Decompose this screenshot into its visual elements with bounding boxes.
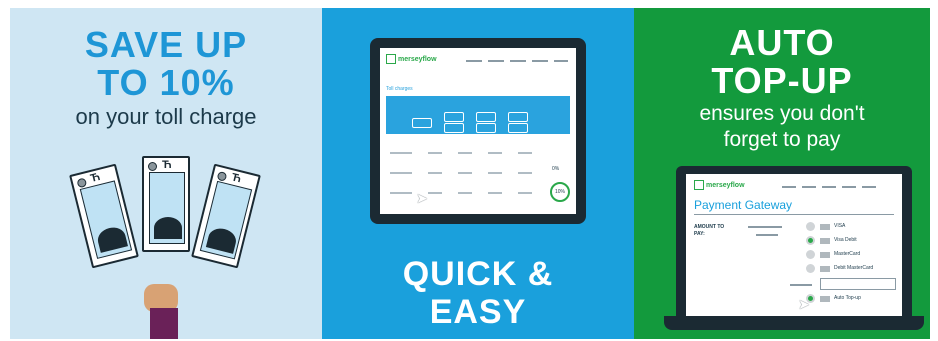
savings-panel: SAVE UP TO 10% on your toll charge Ћ Ћ Ћ: [10, 8, 322, 339]
autotopup-subtitle-line2: forget to pay: [723, 128, 841, 151]
laptop-base: [664, 316, 924, 330]
nav-placeholder: [466, 60, 482, 62]
quick-headline-line1: QUICK &: [402, 255, 554, 293]
savings-headline-line2: TO 10%: [97, 62, 235, 103]
toll-table-title: Toll charges: [386, 86, 413, 92]
table-row: [390, 172, 412, 174]
amount-value-placeholder: [756, 234, 778, 236]
nav-placeholder: [782, 186, 796, 188]
amount-to-pay-label: AMOUNT TO PAY:: [694, 224, 725, 237]
truck-icon: [508, 123, 528, 133]
van-icon: [476, 123, 496, 133]
radio-button[interactable]: [806, 250, 815, 259]
table-row: [428, 192, 548, 194]
nav-placeholder: [554, 60, 568, 62]
car-icon: [444, 112, 464, 122]
autotopup-subtitle-line1: ensures you don't: [699, 102, 865, 125]
field-label-placeholder: [790, 284, 812, 286]
card-icon: [820, 238, 830, 244]
tablet-screen: merseyflow Toll charges 0% 10% ➤: [380, 48, 576, 214]
payment-option-auto-topup[interactable]: Auto Top-up: [806, 294, 896, 306]
payment-option-mastercard[interactable]: MasterCard: [806, 250, 896, 262]
nav-placeholder: [532, 60, 548, 62]
merseyflow-logo: merseyflow: [694, 180, 745, 190]
amount-value-placeholder: [748, 226, 782, 228]
card-icon: [820, 266, 830, 272]
car-icon: [412, 118, 432, 128]
option-label: MasterCard: [834, 251, 861, 257]
table-row: [428, 152, 548, 154]
radio-button[interactable]: [806, 222, 815, 231]
cursor-icon: ➤: [798, 296, 810, 312]
toll-table-header: [386, 96, 570, 134]
laptop-screen: merseyflow Payment Gateway AMOUNT TO PAY…: [686, 174, 902, 316]
laptop-illustration: merseyflow Payment Gateway AMOUNT TO PAY…: [676, 166, 912, 316]
option-label: Debit MasterCard: [834, 265, 874, 271]
discount-ten-badge: 10%: [550, 182, 570, 202]
logo-mark-icon: [386, 54, 396, 64]
van-icon: [476, 112, 496, 122]
banknote-icon: Ћ: [142, 156, 190, 252]
banknote-icon: Ћ: [69, 163, 139, 269]
card-icon: [820, 296, 830, 302]
divider: [694, 214, 894, 215]
nav-placeholder: [488, 60, 504, 62]
payment-option-debit-mastercard[interactable]: Debit MasterCard: [806, 264, 896, 276]
car-icon: [444, 123, 464, 133]
autotopup-headline-line1: AUTO: [729, 22, 835, 63]
sleeve-illustration: [150, 308, 178, 339]
card-icon: [820, 252, 830, 258]
payment-gateway-title: Payment Gateway: [694, 198, 793, 212]
payment-option-visa[interactable]: VISA: [806, 222, 896, 234]
nav-placeholder: [510, 60, 526, 62]
option-label: Auto Top-up: [834, 295, 861, 301]
truck-icon: [508, 112, 528, 122]
merseyflow-logo: merseyflow: [386, 54, 437, 64]
table-row: [390, 152, 412, 154]
table-row: [390, 192, 412, 194]
nav-placeholder: [822, 186, 836, 188]
table-row: [428, 172, 548, 174]
promo-banner: SAVE UP TO 10% on your toll charge Ћ Ћ Ћ…: [10, 8, 930, 339]
savings-headline-line1: SAVE UP: [84, 24, 248, 65]
nav-placeholder: [862, 186, 876, 188]
quick-easy-panel: merseyflow Toll charges 0% 10% ➤ QUICK &…: [322, 8, 634, 339]
discount-zero-label: 0%: [552, 166, 560, 172]
option-label: VISA: [834, 223, 846, 229]
nav-placeholder: [802, 186, 816, 188]
card-icon: [820, 224, 830, 230]
cursor-icon: ➤: [416, 190, 428, 206]
radio-button[interactable]: [806, 264, 815, 273]
tablet-illustration: merseyflow Toll charges 0% 10% ➤: [370, 38, 586, 224]
input-field[interactable]: [820, 278, 896, 290]
quick-headline-line2: EASY: [429, 293, 527, 331]
option-label: Visa Debit: [834, 237, 857, 243]
savings-subtitle: on your toll charge: [75, 104, 257, 129]
payment-option-visa-debit[interactable]: Visa Debit: [806, 236, 896, 248]
nav-placeholder: [842, 186, 856, 188]
auto-topup-panel: AUTO TOP-UP ensures you don't forget to …: [634, 8, 930, 339]
autotopup-headline-line2: TOP-UP: [711, 60, 853, 101]
logo-mark-icon: [694, 180, 704, 190]
banknote-icon: Ћ: [191, 163, 261, 269]
radio-button-selected[interactable]: [806, 236, 815, 245]
